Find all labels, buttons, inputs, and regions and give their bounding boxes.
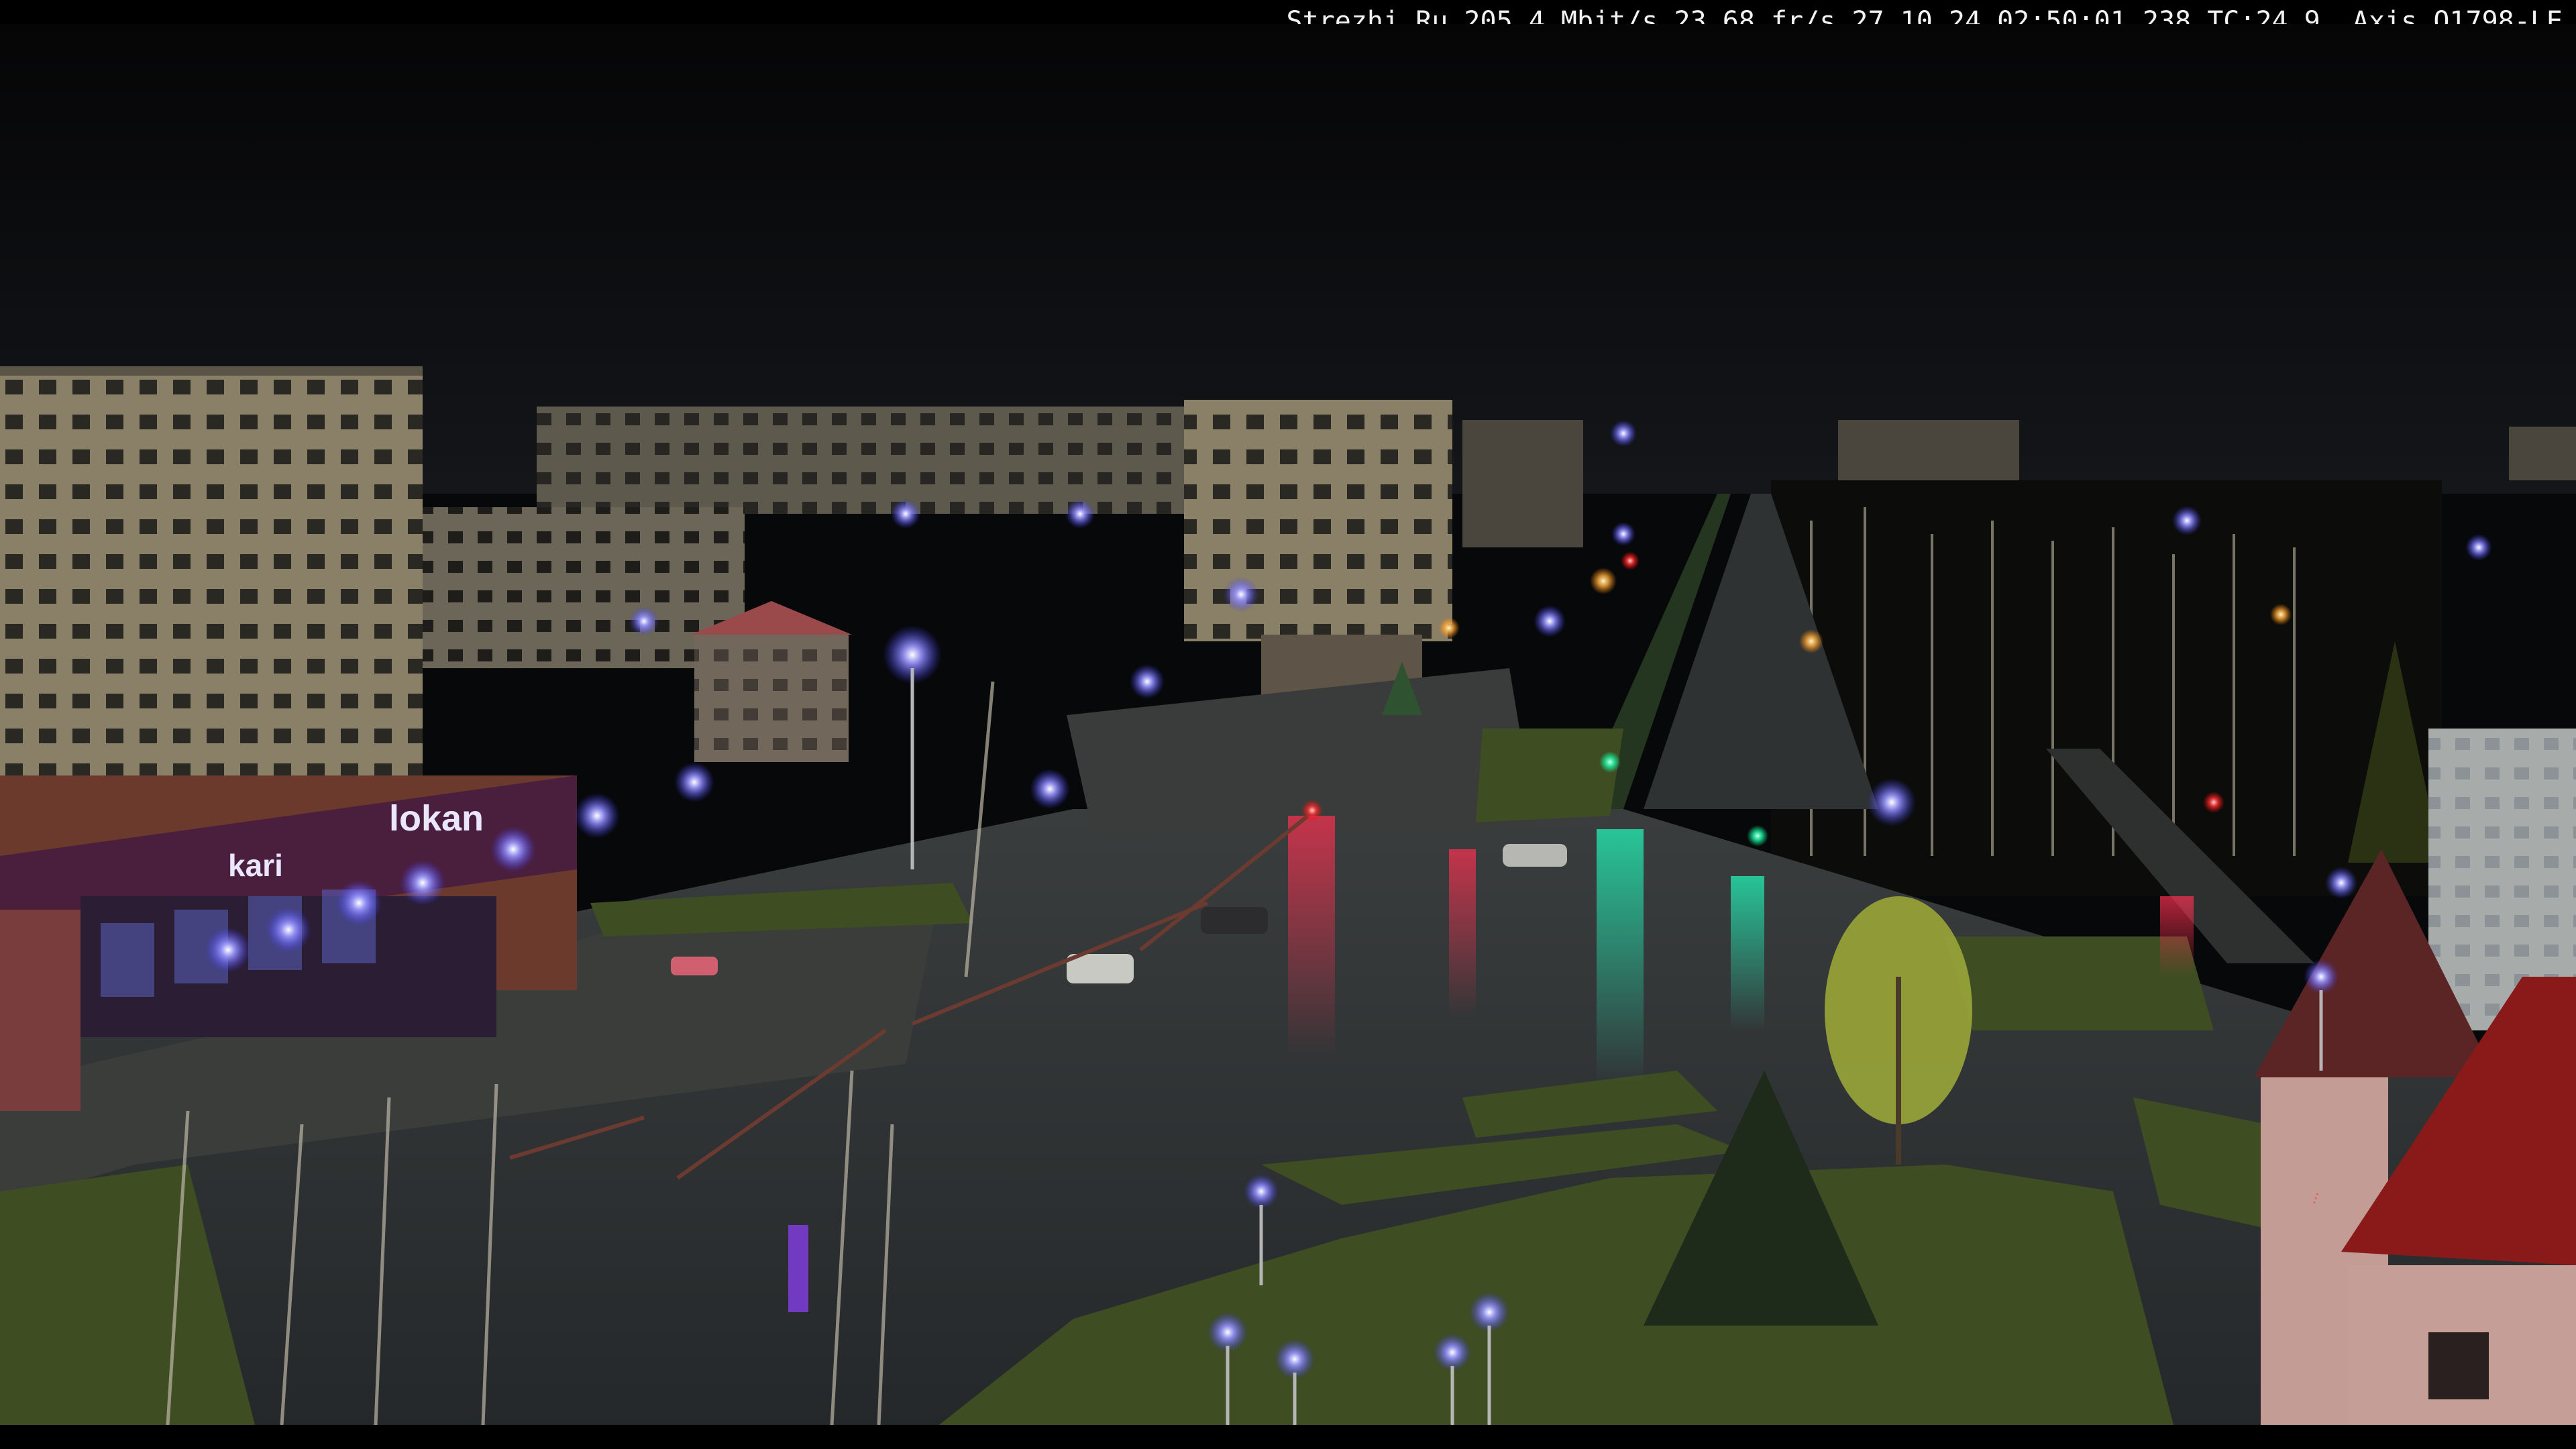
tall-center-building bbox=[1184, 400, 1452, 641]
left-apartment-building bbox=[0, 366, 423, 802]
store-sign-lokan: lokan bbox=[389, 798, 484, 839]
osd-bar: Strezhi.Ru 205.4 Mbit/s 23.68 fr/s 27.10… bbox=[0, 0, 2576, 37]
bottom-letterbox bbox=[0, 1425, 2576, 1449]
scene-svg: lokan kari ... bbox=[0, 24, 2576, 1425]
store-sign-kari: kari bbox=[228, 848, 283, 883]
right-tree-line bbox=[1771, 480, 2442, 896]
night-city-scene: lokan kari ... bbox=[0, 24, 2576, 1425]
red-roof-house bbox=[691, 601, 852, 762]
camera-frame: Strezhi.Ru 205.4 Mbit/s 23.68 fr/s 27.10… bbox=[0, 0, 2576, 1449]
